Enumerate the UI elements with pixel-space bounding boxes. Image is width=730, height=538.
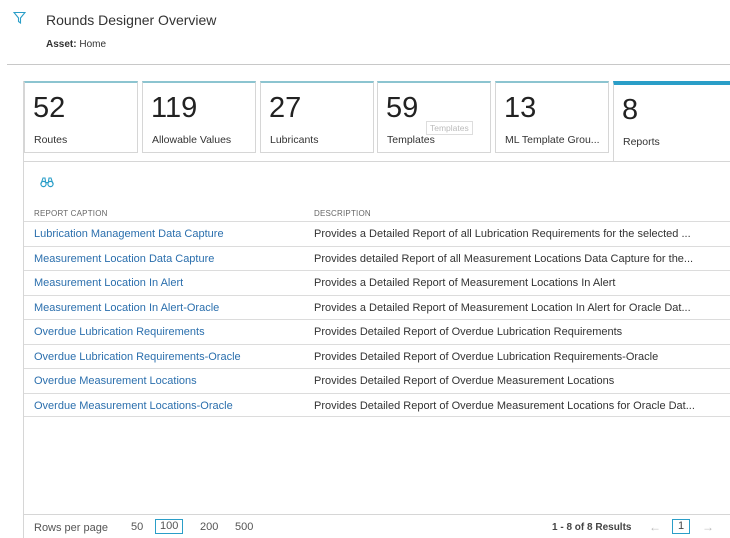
rows-per-page-50[interactable]: 50	[131, 521, 143, 533]
report-link[interactable]: Overdue Lubrication Requirements-Oracle	[34, 351, 241, 363]
report-description: Provides Detailed Report of Overdue Lubr…	[314, 326, 623, 338]
tile-reports[interactable]: 8 Reports	[613, 81, 730, 162]
report-link[interactable]: Overdue Lubrication Requirements	[34, 326, 205, 338]
table-row: Measurement Location In Alert Provides a…	[24, 270, 730, 295]
asset-label: Asset:	[46, 39, 77, 50]
arrow-right-icon[interactable]: →	[702, 520, 714, 534]
tile-label: Allowable Values	[152, 134, 232, 146]
page-header: Rounds Designer Overview Asset: Home	[0, 0, 730, 66]
report-description: Provides a Detailed Report of Measuremen…	[314, 301, 691, 314]
report-link[interactable]: Overdue Measurement Locations-Oracle	[34, 400, 233, 412]
table-row: Overdue Lubrication Requirements Provide…	[24, 319, 730, 344]
tile-label: Templates	[387, 134, 435, 146]
tile-tooltip: Templates	[426, 121, 473, 135]
report-link[interactable]: Overdue Measurement Locations	[34, 375, 197, 387]
rows-per-page-200[interactable]: 200	[200, 521, 218, 533]
tile-count: 13	[504, 92, 537, 124]
column-header-description[interactable]: DESCRIPTION	[314, 209, 371, 218]
tile-count: 52	[33, 92, 66, 124]
report-link[interactable]: Measurement Location Data Capture	[34, 253, 214, 265]
report-description: Provides a Detailed Report of Measuremen…	[314, 277, 616, 289]
report-description: Provides Detailed Report of Overdue Meas…	[314, 399, 695, 412]
report-description: Provides Detailed Report of Overdue Meas…	[314, 375, 615, 387]
report-link[interactable]: Measurement Location In Alert-Oracle	[34, 302, 219, 314]
results-count: 1 - 8 of 8 Results	[552, 522, 632, 533]
overview-panel: 52 Routes 119 Allowable Values 27 Lubric…	[23, 81, 730, 538]
tile-count: 8	[622, 94, 639, 126]
tiles-divider	[24, 161, 730, 162]
column-header-report-caption[interactable]: REPORT CAPTION	[34, 209, 108, 218]
tile-lubricants[interactable]: 27 Lubricants	[260, 81, 374, 153]
table-row: Measurement Location In Alert-Oracle Pro…	[24, 294, 730, 320]
asset-info: Asset: Home	[46, 39, 106, 50]
report-link[interactable]: Measurement Location In Alert	[34, 277, 183, 289]
tile-count: 27	[269, 92, 302, 124]
tile-label: Reports	[623, 136, 660, 148]
summary-tiles: 52 Routes 119 Allowable Values 27 Lubric…	[24, 81, 730, 162]
tile-ml-template-groups[interactable]: 13 ML Template Grou...	[495, 81, 609, 153]
table-row: Overdue Measurement Locations-Oracle Pro…	[24, 392, 730, 417]
rows-per-page-label: Rows per page	[34, 522, 108, 534]
table-row: Overdue Measurement Locations Provides D…	[24, 368, 730, 393]
rows-per-page-100[interactable]: 100	[155, 519, 184, 534]
tile-count: 59	[386, 92, 419, 124]
rows-per-page-500[interactable]: 500	[235, 521, 253, 533]
table-row: Measurement Location Data Capture Provid…	[24, 245, 730, 271]
asset-value: Home	[79, 39, 107, 50]
filter-icon[interactable]	[13, 11, 26, 24]
tile-label: ML Template Grou...	[505, 134, 600, 146]
report-description: Provides Detailed Report of Overdue Lubr…	[314, 350, 659, 363]
report-description: Provides a Detailed Report of all Lubric…	[314, 228, 691, 240]
tile-count: 119	[151, 92, 198, 124]
tile-label: Lubricants	[270, 134, 319, 146]
table-row: Lubrication Management Data Capture Prov…	[24, 221, 730, 246]
table-row: Overdue Lubrication Requirements-Oracle …	[24, 343, 730, 369]
tile-label: Routes	[34, 134, 68, 146]
current-page-input[interactable]: 1	[672, 519, 690, 534]
arrow-left-icon[interactable]: ←	[649, 520, 661, 534]
binoculars-icon[interactable]	[40, 176, 54, 188]
tile-routes[interactable]: 52 Routes	[24, 81, 138, 153]
reports-table: Lubrication Management Data Capture Prov…	[24, 221, 730, 417]
tile-allowable-values[interactable]: 119 Allowable Values	[142, 81, 256, 153]
tile-templates[interactable]: 59 Templates Templates	[377, 81, 491, 153]
report-link[interactable]: Lubrication Management Data Capture	[34, 228, 224, 240]
report-description: Provides detailed Report of all Measurem…	[314, 252, 694, 265]
page-title: Rounds Designer Overview	[46, 12, 217, 28]
pagination-footer: Rows per page 50 100 200 500 1 - 8 of 8 …	[24, 515, 730, 538]
header-divider	[7, 64, 730, 65]
